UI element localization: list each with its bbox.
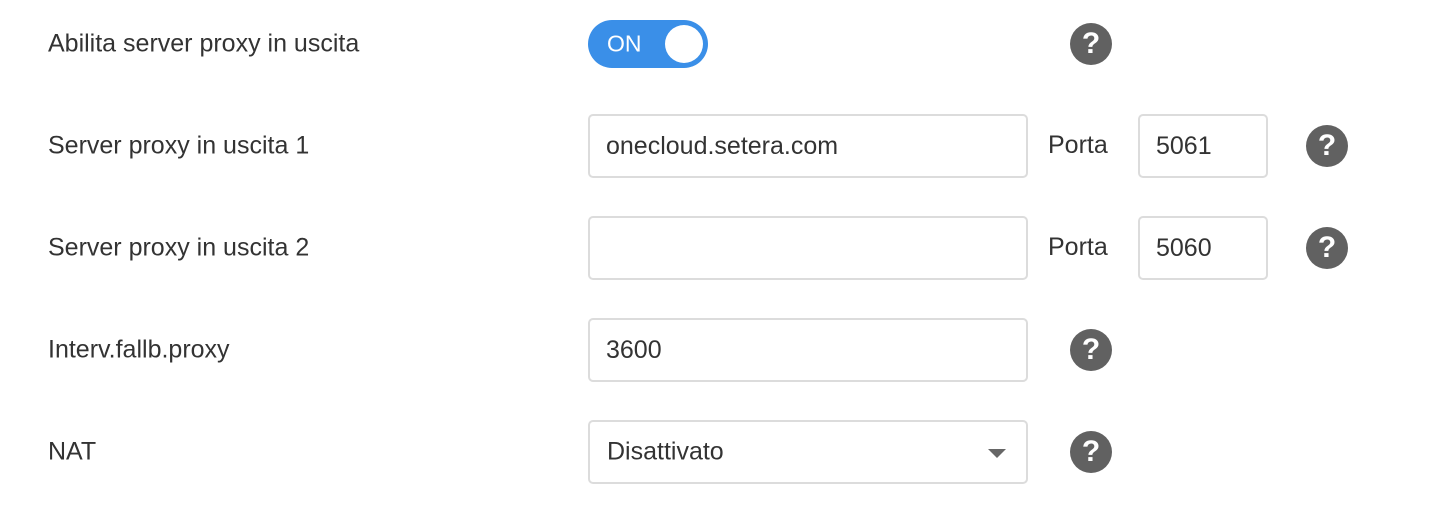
nat-label: NAT (48, 437, 97, 466)
fallback-label: Interv.fallb.proxy (48, 335, 230, 364)
help-icon[interactable]: ? (1070, 23, 1112, 65)
nat-selected-value: Disattivato (607, 437, 724, 466)
proxy2-port-label: Porta (1048, 232, 1108, 261)
proxy1-label: Server proxy in uscita 1 (48, 131, 310, 160)
help-icon[interactable]: ? (1070, 329, 1112, 371)
fallback-input[interactable] (588, 318, 1028, 382)
fallback-row: Interv.fallb.proxy ? (0, 318, 1438, 382)
toggle-state-text: ON (607, 30, 642, 57)
nat-select[interactable]: Disattivato (588, 420, 1028, 484)
proxy1-port-input[interactable] (1138, 114, 1268, 178)
outbound-proxy-label: Abilita server proxy in uscita (48, 29, 360, 58)
proxy2-label: Server proxy in uscita 2 (48, 233, 310, 262)
help-icon[interactable]: ? (1306, 125, 1348, 167)
nat-row: NAT Disattivato ? (0, 420, 1438, 484)
proxy2-row: Server proxy in uscita 2 Porta ? (0, 216, 1438, 280)
toggle-knob (665, 25, 703, 63)
proxy2-port-input[interactable] (1138, 216, 1268, 280)
proxy1-row: Server proxy in uscita 1 Porta ? (0, 114, 1438, 178)
proxy1-port-label: Porta (1048, 130, 1108, 159)
outbound-proxy-row: Abilita server proxy in uscita ON ? (0, 12, 1438, 76)
outbound-proxy-toggle[interactable]: ON (588, 20, 708, 68)
help-icon[interactable]: ? (1070, 431, 1112, 473)
proxy2-input[interactable] (588, 216, 1028, 280)
caret-down-icon (988, 449, 1006, 458)
proxy1-input[interactable] (588, 114, 1028, 178)
help-icon[interactable]: ? (1306, 227, 1348, 269)
